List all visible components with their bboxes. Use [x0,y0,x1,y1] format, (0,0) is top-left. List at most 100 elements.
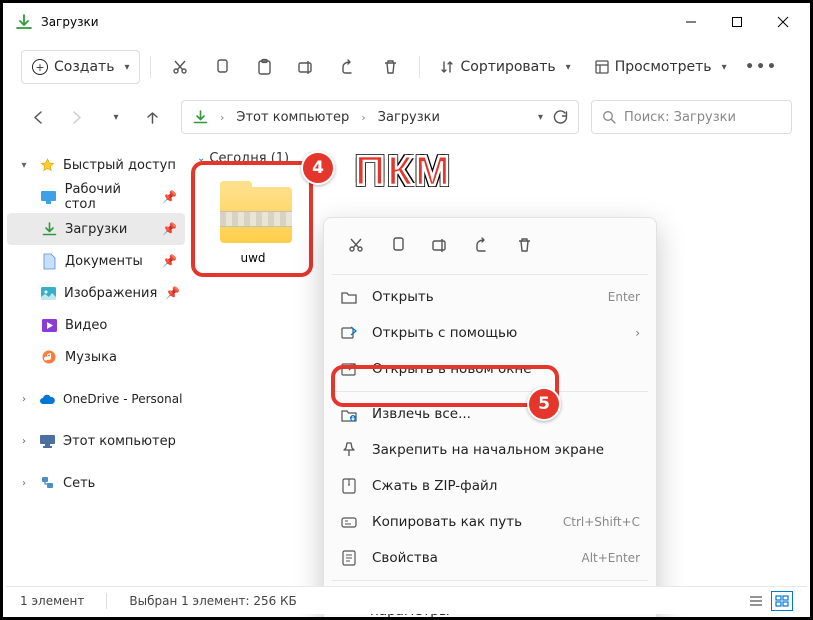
minimize-button[interactable] [668,6,714,38]
chevron-down-icon: ▾ [113,112,118,123]
downloads-title-icon [15,13,33,31]
window-title: Загрузки [41,15,99,29]
recent-button[interactable]: ▾ [97,100,131,134]
view-grid-button[interactable] [771,591,793,611]
ctx-item-properties[interactable]: Свойства Alt+Enter [324,540,656,576]
trash-icon [383,59,398,75]
context-icon-row [324,224,656,270]
chevron-down-icon: ⌄ [197,153,205,164]
sidebar-item-downloads[interactable]: Загрузки 📌 [7,213,185,245]
sidebar-this-pc[interactable]: › Этот компьютер [7,425,185,457]
extract-icon [340,407,358,422]
sidebar-item-label: Изображения [64,286,157,301]
window-controls [668,6,806,38]
ctx-label: Открыть с помощью [372,325,517,341]
ctx-item-open-with[interactable]: Открыть с помощью › [324,315,656,351]
status-sep [106,593,107,609]
file-item-label: uwd [199,251,307,265]
open-with-icon [340,326,358,340]
cloud-icon [39,391,55,407]
ctx-rename-button[interactable] [422,228,458,262]
file-item-uwd[interactable]: uwd [199,175,307,265]
paste-button[interactable] [245,50,283,84]
group-header-today[interactable]: ⌄ Сегодня (1) [197,151,792,166]
sidebar-item-music[interactable]: Музыка [7,341,185,373]
sort-button[interactable]: Сортировать ▾ [430,50,580,84]
sort-label: Сортировать [460,59,555,75]
refresh-icon[interactable] [553,110,568,125]
sidebar-onedrive-label: OneDrive - Personal [63,392,182,406]
sidebar-quick-access[interactable]: ▾ Быстрый доступ [7,149,185,181]
ctx-item-compress[interactable]: Сжать в ZIP-файл [324,468,656,504]
copy-button[interactable] [203,50,241,84]
rename-button[interactable] [287,50,325,84]
toolbar: + Создать ▾ Сортировать ▾ [3,41,810,93]
sidebar-item-label: Музыка [65,350,117,365]
ctx-item-extract-all[interactable]: Извлечь все... [324,396,656,432]
more-button[interactable]: ••• [743,50,781,84]
sidebar-item-videos[interactable]: Видео [7,309,185,341]
close-button[interactable] [760,6,806,38]
pin-icon: 📌 [162,254,177,268]
annotation-badge-4: 4 [301,151,335,185]
sidebar-item-label: Рабочий стол [65,182,154,212]
chevron-right-icon: › [17,394,31,405]
paste-icon [257,59,272,75]
context-sep [332,274,648,275]
status-selection: Выбран 1 элемент: 256 КБ [129,594,296,608]
properties-icon [340,550,358,566]
ctx-share-button[interactable] [464,228,500,262]
sidebar-item-desktop[interactable]: Рабочий стол 📌 [7,181,185,213]
ellipsis-icon: ••• [745,59,778,75]
sidebar-this-pc-label: Этот компьютер [63,434,176,449]
ctx-item-pin-start[interactable]: Закрепить на начальном экране [324,432,656,468]
sidebar-item-label: Видео [65,318,107,333]
new-button[interactable]: + Создать ▾ [21,50,140,84]
ctx-item-open[interactable]: Открыть Enter [324,279,656,315]
chevron-right-icon: › [357,111,369,124]
up-button[interactable] [135,100,169,134]
view-icon [595,60,609,74]
share-icon [340,59,356,75]
ctx-item-new-window[interactable]: Открыть в новом окне [324,351,656,387]
search-icon [602,110,616,124]
share-button[interactable] [329,50,367,84]
search-input[interactable]: Поиск: Загрузки [591,100,792,134]
forward-button[interactable] [59,100,93,134]
delete-button[interactable] [371,50,409,84]
sidebar-network-label: Сеть [63,476,95,491]
title-bar: Загрузки [3,3,810,41]
sidebar-onedrive[interactable]: › OneDrive - Personal [7,383,185,415]
music-icon [41,349,57,365]
address-bar[interactable]: › Этот компьютер › Загрузки ▾ [181,100,579,134]
view-button[interactable]: Просмотреть ▾ [585,50,737,84]
explorer-window: Загрузки + Создать ▾ [0,0,813,620]
ctx-cut-button[interactable] [338,228,374,262]
view-label: Просмотреть [615,59,712,75]
view-list-button[interactable] [745,591,767,611]
ctx-label: Извлечь все... [372,406,471,422]
sort-icon [440,60,454,74]
ctx-copy-button[interactable] [380,228,416,262]
ctx-delete-button[interactable] [506,228,542,262]
ctx-label: Копировать как путь [372,514,522,530]
chevron-right-icon: › [216,111,228,124]
sidebar-network[interactable]: › Сеть [7,467,185,499]
cut-button[interactable] [161,50,199,84]
breadcrumb-downloads[interactable]: Загрузки [378,110,440,125]
picture-icon [41,285,56,301]
sidebar-item-label: Загрузки [65,222,127,237]
copy-path-icon [340,515,358,529]
chevron-down-icon: ▾ [124,62,129,73]
ctx-item-copy-path[interactable]: Копировать как путь Ctrl+Shift+C [324,504,656,540]
new-window-icon [340,362,358,376]
chevron-down-icon[interactable]: ▾ [538,112,543,123]
breadcrumb-this-pc[interactable]: Этот компьютер [236,110,349,125]
copy-icon [215,59,230,75]
maximize-button[interactable] [714,6,760,38]
rename-icon [298,59,314,75]
sidebar-item-pictures[interactable]: Изображения 📌 [7,277,185,309]
sidebar-item-documents[interactable]: Документы 📌 [7,245,185,277]
back-button[interactable] [21,100,55,134]
pin-icon: 📌 [165,286,180,300]
